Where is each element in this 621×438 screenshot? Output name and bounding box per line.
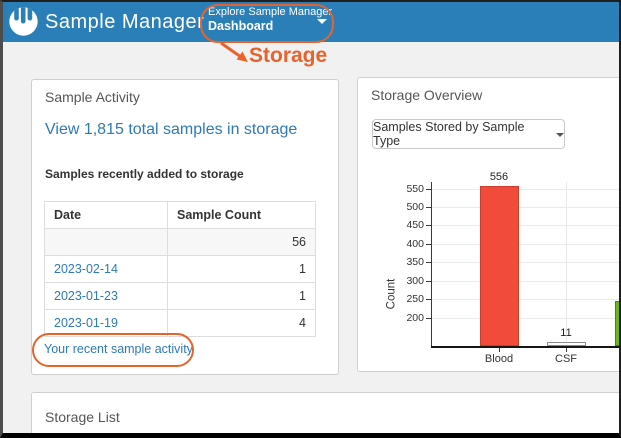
x-tick-mark: [499, 348, 500, 352]
bar-Blood: [480, 186, 519, 346]
x-category-label: CSF: [536, 353, 596, 365]
bar-chart: Count 200250300350400450500550556Blood11…: [358, 78, 619, 371]
gridline-h: [431, 299, 619, 300]
table-header-row: Date Sample Count: [45, 202, 316, 229]
y-tick-label: 300: [390, 275, 424, 287]
sample-activity-panel: Sample Activity View 1,815 total samples…: [31, 79, 339, 375]
annotation-arrow-icon: [217, 42, 257, 64]
count-cell: 1: [168, 283, 316, 310]
app-header: Sample Manager Explore Sample Manager Da…: [3, 2, 619, 42]
table-row: 2023-01-19 4: [45, 310, 316, 337]
project-menu-label: Explore Sample Manager: [208, 5, 332, 19]
annotation-storage-label: Storage: [249, 44, 327, 68]
sample-manager-logo-icon: [9, 7, 38, 36]
column-header-date[interactable]: Date: [45, 202, 168, 229]
storage-list-panel: Storage List: [31, 392, 619, 433]
count-cell: 4: [168, 310, 316, 337]
table-row: 2023-01-23 1: [45, 283, 316, 310]
date-link[interactable]: 2023-01-19: [54, 316, 118, 330]
project-menu-dropdown[interactable]: Explore Sample Manager Dashboard: [208, 5, 332, 34]
recent-samples-table: Date Sample Count 56 2023-02-14 1 2023-0…: [44, 201, 316, 337]
count-cell: 56: [168, 229, 316, 256]
project-menu-current: Dashboard: [208, 19, 332, 34]
date-cell: [45, 229, 168, 256]
table-row: 56: [45, 229, 316, 256]
sample-activity-title: Sample Activity: [45, 89, 140, 105]
count-cell: 1: [168, 256, 316, 283]
storage-list-title: Storage List: [45, 409, 120, 425]
recently-added-subtitle: Samples recently added to storage: [45, 167, 244, 181]
app-window: Sample Manager Explore Sample Manager Da…: [3, 2, 619, 433]
gridline-h: [431, 244, 619, 245]
x-axis-line: [431, 346, 619, 348]
chevron-down-icon[interactable]: [317, 19, 327, 24]
bar-value-label: 11: [536, 327, 596, 339]
gridline-h: [431, 207, 619, 208]
storage-overview-panel: Storage Overview Samples Stored by Sampl…: [357, 77, 619, 372]
y-tick-label: 250: [390, 293, 424, 305]
screenshot-frame: Sample Manager Explore Sample Manager Da…: [0, 0, 621, 438]
date-cell: 2023-02-14: [45, 256, 168, 283]
date-link[interactable]: 2023-02-14: [54, 262, 118, 276]
date-cell: 2023-01-19: [45, 310, 168, 337]
y-axis-line: [431, 182, 432, 346]
date-cell: 2023-01-23: [45, 283, 168, 310]
gridline-h: [431, 318, 619, 319]
y-tick-label: 450: [390, 219, 424, 231]
gridline-h: [431, 225, 619, 226]
y-tick-label: 500: [390, 201, 424, 213]
x-tick-mark: [566, 348, 567, 352]
gridline-h: [431, 189, 619, 190]
app-title: Sample Manager: [45, 2, 204, 42]
y-tick-label: 550: [390, 183, 424, 195]
bar-value-label: 556: [469, 171, 529, 183]
bar-clipped: [615, 301, 620, 346]
total-samples-link[interactable]: View 1,815 total samples in storage: [45, 121, 297, 139]
bar-CSF: [547, 342, 586, 346]
recent-activity-link[interactable]: Your recent sample activity: [44, 342, 193, 356]
y-tick-label: 200: [390, 312, 424, 324]
column-header-sample-count[interactable]: Sample Count: [168, 202, 316, 229]
table-row: 2023-02-14 1: [45, 256, 316, 283]
gridline-h: [431, 262, 619, 263]
x-category-label: Blood: [469, 353, 529, 365]
date-link[interactable]: 2023-01-23: [54, 289, 118, 303]
gridline-v: [566, 182, 567, 346]
gridline-h: [431, 281, 619, 282]
y-tick-label: 350: [390, 256, 424, 268]
y-tick-label: 400: [390, 238, 424, 250]
